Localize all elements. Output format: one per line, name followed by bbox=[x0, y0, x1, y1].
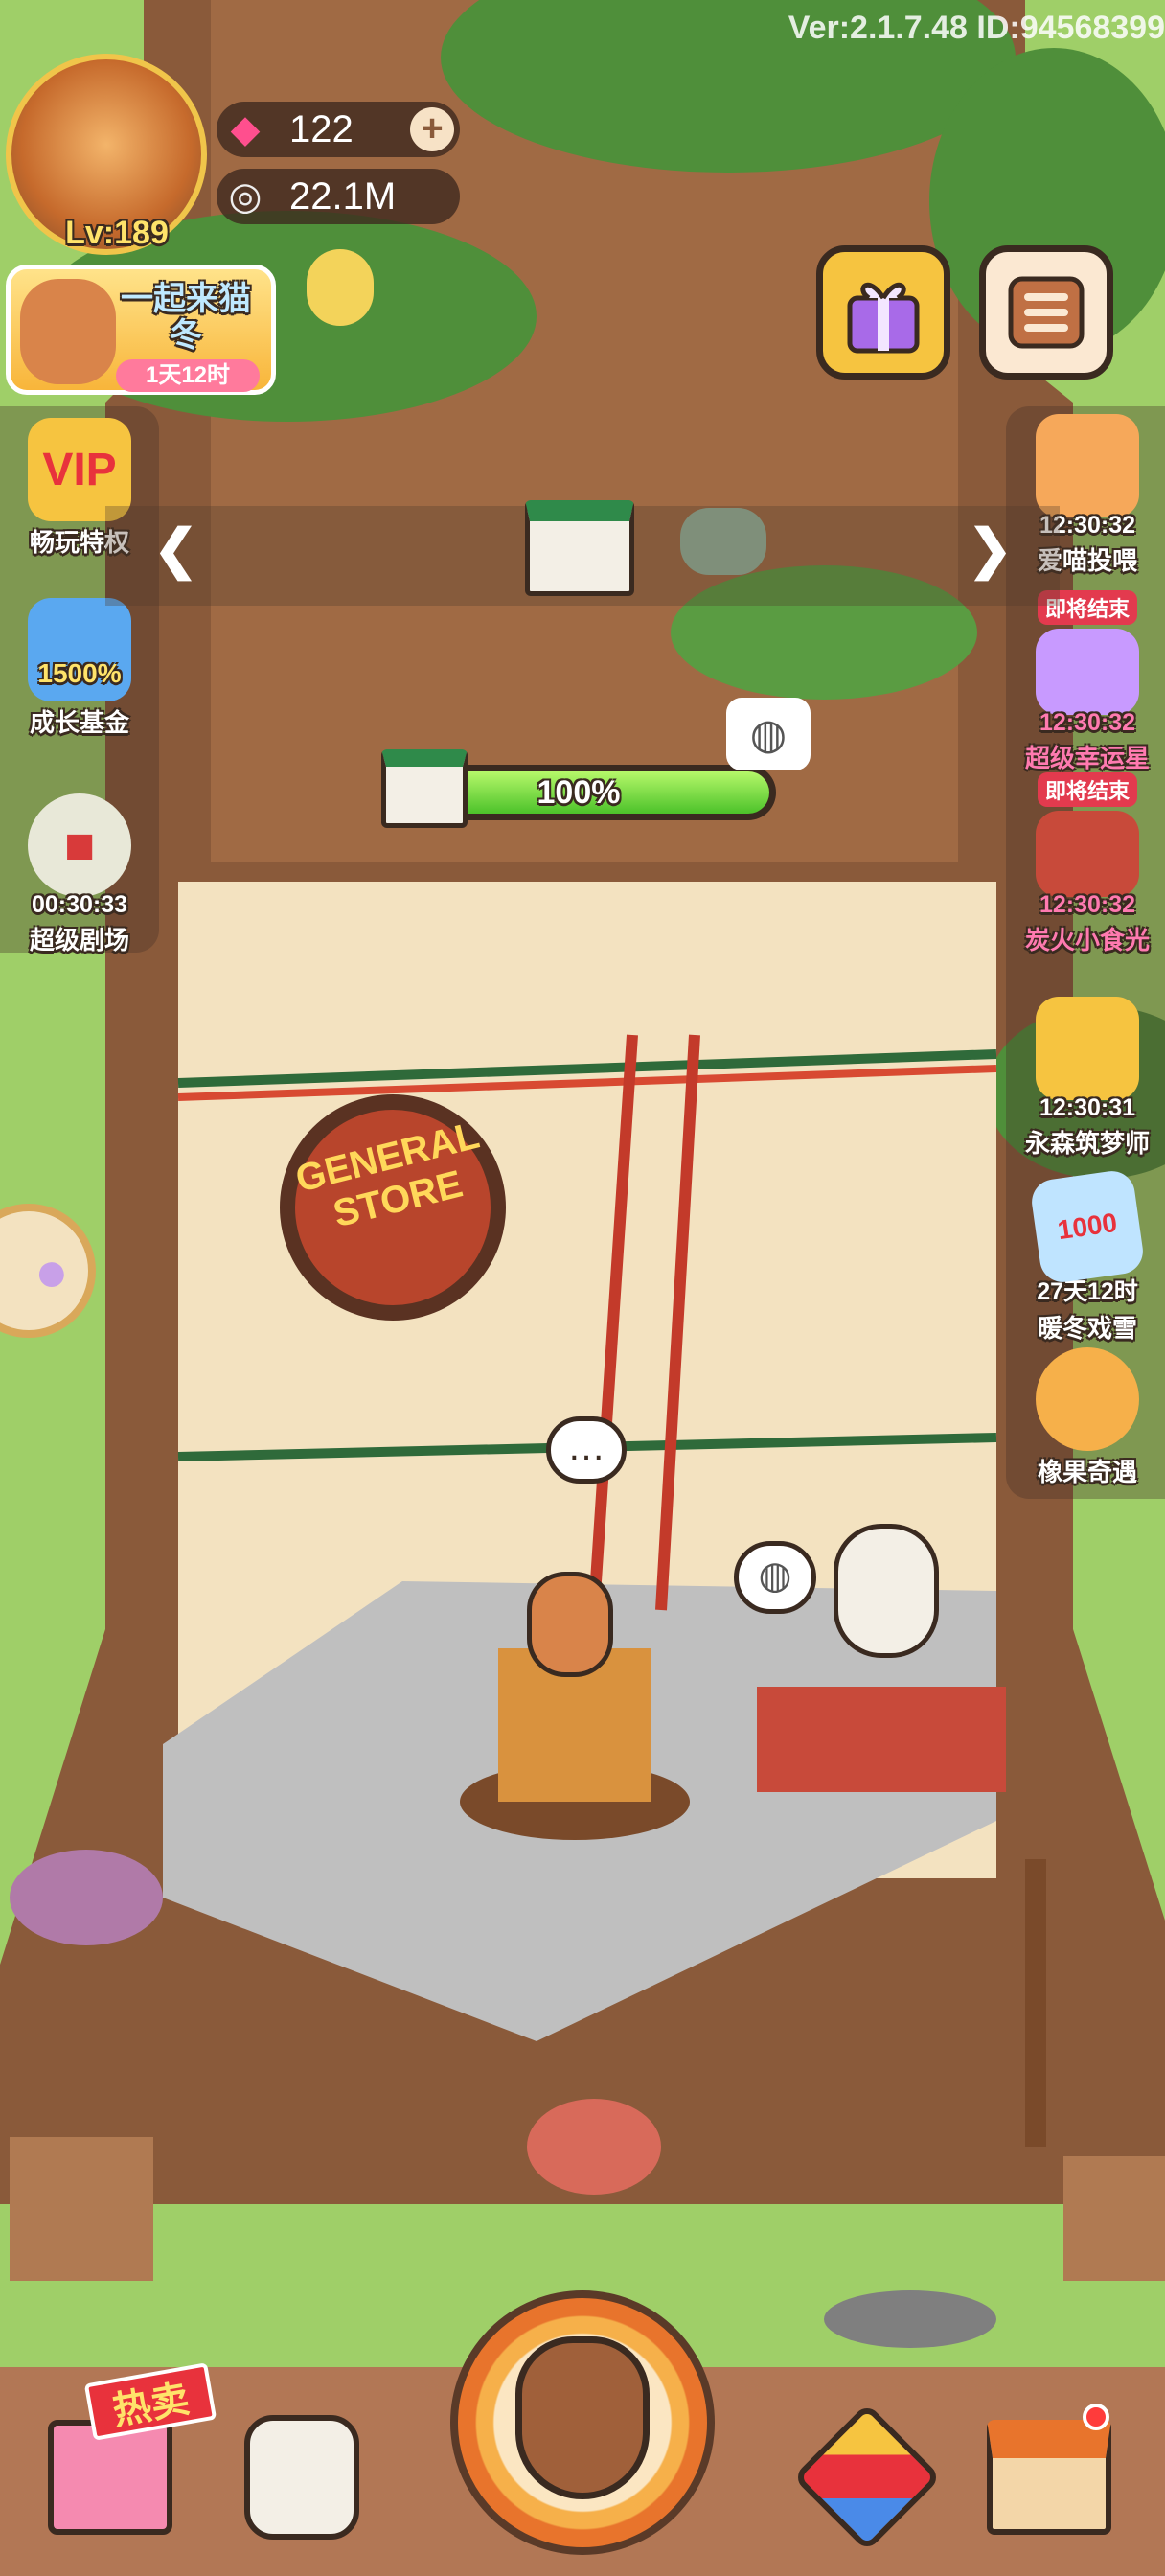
right-item-dream-builder[interactable]: 12:30:31 永森筑梦师 bbox=[1016, 997, 1159, 1160]
right-item-label: 暖冬戏雪 bbox=[1037, 1314, 1137, 1343]
home-notification-dot bbox=[1083, 2404, 1109, 2430]
cheers-drinks-icon bbox=[244, 2415, 359, 2540]
shopkeeper-speech-bubble[interactable]: … bbox=[546, 1416, 627, 1484]
right-item-time: 12:30:32 bbox=[1039, 891, 1136, 918]
gems-counter: ◆ 122 + bbox=[217, 102, 460, 157]
previous-floor-arrow-icon[interactable]: ❮ bbox=[153, 518, 198, 581]
cube-button[interactable] bbox=[786, 2396, 948, 2559]
floor-store-icon bbox=[381, 749, 468, 828]
floor-navigation-bar: ❮ ❯ bbox=[105, 500, 1060, 606]
left-item-growth-fund[interactable]: 1500% 成长基金 bbox=[8, 598, 151, 739]
right-item-lucky-star[interactable]: 即将结束 12:30:32 超级幸运星 bbox=[1016, 590, 1159, 774]
left-item-time: 00:30:33 bbox=[31, 891, 128, 918]
event-timer: 1天12时 bbox=[116, 359, 260, 392]
grill-icon bbox=[1036, 811, 1139, 897]
gems-value: 122 bbox=[289, 107, 354, 150]
collect-seeds-bubble[interactable]: ◍ bbox=[726, 698, 811, 770]
gift-button[interactable] bbox=[816, 245, 950, 380]
customer-seed-bubble[interactable]: ◍ bbox=[734, 1541, 816, 1614]
acorn-adventure-icon bbox=[1036, 1347, 1139, 1451]
right-item-label: 永森筑梦师 bbox=[1024, 1129, 1150, 1158]
ending-soon-badge: 即将结束 bbox=[1037, 772, 1137, 807]
next-floor-arrow-icon[interactable]: ❯ bbox=[968, 518, 1013, 581]
left-item-label: 超级剧场 bbox=[29, 926, 129, 954]
player-level: Lv:189 bbox=[65, 215, 169, 251]
right-item-label: 炭火小食光 bbox=[1024, 926, 1150, 954]
right-item-winter-snow[interactable]: 1000 27天12时 暖冬戏雪 bbox=[1016, 1168, 1159, 1345]
left-item-theater[interactable]: ■ 00:30:33 超级剧场 bbox=[8, 794, 151, 956]
version-id-text: Ver:2.1.7.48 ID:94568399 bbox=[788, 10, 1165, 46]
cat-feed-icon bbox=[1036, 414, 1139, 518]
right-item-time: 12:30:31 bbox=[1039, 1094, 1136, 1121]
acorn-icon bbox=[515, 2336, 650, 2499]
game-scene: GENERAL STORE Ver:2.1.7.48 ID:94568399 L… bbox=[0, 0, 1165, 2576]
right-item-label: 橡果奇遇 bbox=[1037, 1458, 1137, 1486]
sunflower-seed-icon: ◎ bbox=[228, 175, 263, 218]
lucky-star-icon bbox=[1036, 629, 1139, 715]
right-item-label: 超级幸运星 bbox=[1024, 744, 1150, 772]
snow-ticket-badge: 1000 bbox=[1055, 1207, 1119, 1246]
growth-fund-icon: 1500% bbox=[28, 598, 131, 702]
theater-icon: ■ bbox=[28, 794, 131, 897]
right-item-grill[interactable]: 即将结束 12:30:32 炭火小食光 bbox=[1016, 772, 1159, 956]
cheers-button[interactable] bbox=[220, 2396, 383, 2559]
trophy-icon bbox=[1036, 997, 1139, 1100]
house-icon bbox=[987, 2420, 1111, 2535]
right-item-time: 12:30:32 bbox=[1039, 709, 1136, 736]
event-character-icon bbox=[20, 279, 116, 384]
sunflower-seed-icon: ◍ bbox=[749, 710, 788, 758]
cashier-bunny-character[interactable] bbox=[834, 1524, 939, 1658]
gift-icon bbox=[847, 282, 920, 354]
winter-event-card[interactable]: 一起来猫冬 1天12时 bbox=[6, 264, 276, 395]
add-gems-button[interactable]: + bbox=[410, 107, 454, 151]
chat-icon: ● bbox=[34, 1238, 69, 1303]
game-controller-floor-icon[interactable] bbox=[680, 508, 766, 575]
menu-button[interactable] bbox=[979, 245, 1113, 380]
menu-icon bbox=[1008, 276, 1085, 349]
snow-ticket-icon: 1000 bbox=[1029, 1168, 1146, 1285]
growth-fund-badge: 1500% bbox=[37, 658, 122, 688]
right-item-acorn-adventure[interactable]: 橡果奇遇 bbox=[1016, 1347, 1159, 1488]
gem-icon: ◆ bbox=[230, 108, 261, 150]
bird-decoration-icon bbox=[307, 249, 374, 326]
acorn-main-button[interactable] bbox=[450, 2290, 715, 2555]
seeds-counter: ◎ 22.1M bbox=[217, 169, 460, 224]
convenience-store-floor-icon[interactable] bbox=[525, 500, 634, 596]
squirrel-character[interactable] bbox=[527, 1572, 613, 1677]
event-title: 一起来猫冬 bbox=[121, 281, 251, 354]
color-cube-icon bbox=[792, 2403, 942, 2552]
left-item-label: 成长基金 bbox=[29, 708, 129, 737]
seeds-value: 22.1M bbox=[289, 174, 397, 218]
